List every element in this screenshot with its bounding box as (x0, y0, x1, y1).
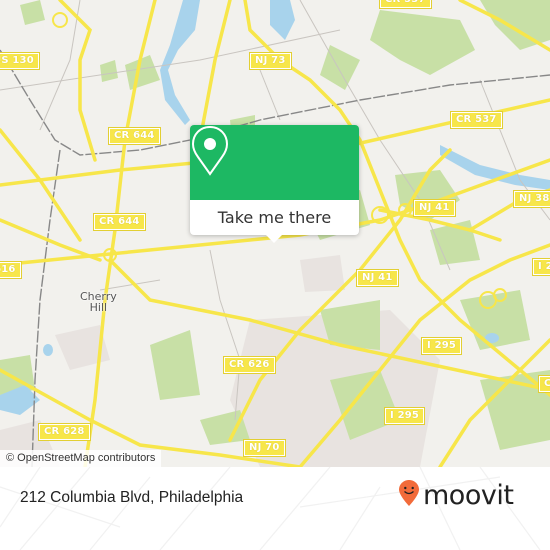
destination-address: 212 Columbia Blvd, Philadelphia (20, 489, 244, 506)
road-label: US 130 (0, 52, 40, 70)
moovit-logo[interactable]: moovit (398, 479, 514, 511)
road-label: NJ 70 (243, 439, 286, 457)
place-label: Cherry Hill (80, 290, 117, 314)
road-label: CR 628 (38, 423, 91, 441)
map-attribution[interactable]: © OpenStreetMap contributors (0, 450, 162, 467)
footer-bar: 212 Columbia Blvd, Philadelphia moovit (0, 467, 550, 550)
road-label: CR 6 (537, 375, 550, 393)
road-label: CR 644 (108, 127, 161, 145)
road-label: CR 616 (0, 261, 22, 279)
take-me-there-button[interactable]: Take me there (190, 200, 359, 235)
road-label: I 295 (531, 258, 550, 276)
road-label: CR 626 (223, 356, 276, 374)
road-label: I 295 (383, 407, 426, 425)
road-label: NJ 73 (249, 52, 292, 70)
popup-header (190, 125, 359, 200)
road-label: I 295 (420, 337, 463, 355)
moovit-pin-icon (398, 479, 420, 511)
destination-popup[interactable]: Take me there (190, 125, 359, 243)
road-label: NJ 41 (356, 269, 399, 287)
map-view[interactable]: CR 537 US 130 NJ 73 CR 644 CR 537 NJ 38 … (0, 0, 550, 467)
brand-name: moovit (423, 479, 514, 511)
road-label: CR 644 (93, 213, 146, 231)
road-label: NJ 38 (513, 190, 550, 208)
road-label: CR 537 (379, 0, 432, 9)
road-label: NJ 41 (413, 199, 456, 217)
road-label: CR 537 (450, 111, 503, 129)
popup-pointer (266, 235, 282, 243)
